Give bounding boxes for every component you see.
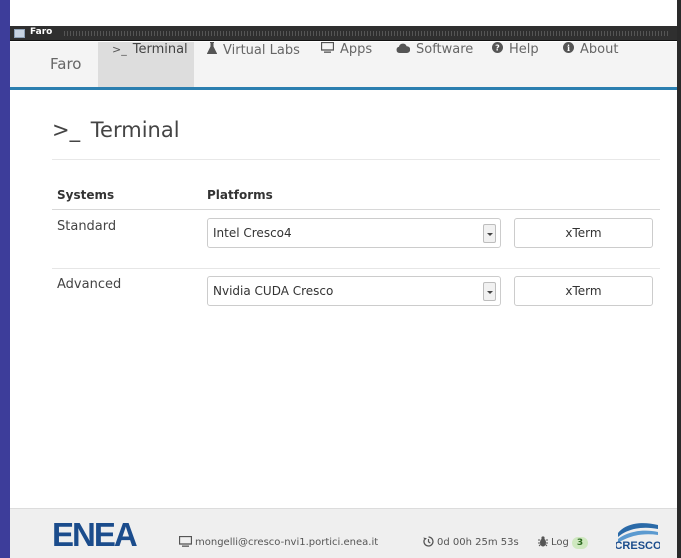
desktop-edge-right	[677, 0, 681, 558]
title-divider	[52, 159, 660, 160]
column-header-systems: Systems	[57, 188, 115, 202]
window-titlebar[interactable]: Faro	[10, 26, 677, 41]
flask-icon	[207, 42, 217, 58]
bug-icon	[538, 536, 548, 550]
xterm-button-standard[interactable]: xTerm	[514, 218, 653, 248]
nav-item-apps[interactable]: Apps	[320, 41, 373, 87]
footer-bar: ENEA mongelli@cresco-nvi1.portici.enea.i…	[10, 508, 677, 558]
column-header-platforms: Platforms	[207, 188, 273, 202]
platform-select-standard[interactable]: Intel Cresco4	[207, 218, 501, 248]
enea-logo: ENEA	[52, 516, 144, 553]
desktop-edge-left	[0, 0, 10, 558]
nav-item-software[interactable]: Software	[396, 42, 473, 87]
terminal-prompt-icon: >_	[52, 118, 81, 142]
page-title-text: Terminal	[90, 118, 180, 142]
nav-item-virtual-labs[interactable]: Virtual Labs	[207, 42, 300, 87]
system-label-standard: Standard	[57, 219, 117, 234]
history-icon	[423, 536, 434, 550]
nav-label-help: Help	[509, 42, 539, 57]
titlebar-grip	[64, 31, 669, 36]
cloud-icon	[396, 42, 411, 57]
navbar-brand[interactable]: Faro	[50, 55, 81, 73]
nav-label-apps: Apps	[340, 42, 373, 57]
footer-log[interactable]: Log 3	[538, 536, 589, 550]
terminal-icon: >_	[112, 43, 127, 56]
platform-select-advanced[interactable]: Nvidia CUDA Cresco	[207, 276, 501, 306]
chevron-down-icon[interactable]	[483, 282, 496, 301]
page-title: >_ Terminal	[52, 118, 180, 142]
svg-text:?: ?	[495, 44, 500, 53]
platform-select-value: Intel Cresco4	[213, 226, 292, 240]
footer-host: mongelli@cresco-nvi1.portici.enea.it	[178, 535, 379, 550]
xterm-button-advanced[interactable]: xTerm	[514, 276, 653, 306]
window-title: Faro	[30, 27, 53, 37]
top-navbar: Faro >_ Terminal Virtual Labs Apps Softwa…	[10, 41, 677, 87]
app-window: Faro Faro >_ Terminal Virtual Labs Apps S…	[0, 0, 681, 558]
table-row-divider	[52, 268, 660, 269]
window-icon[interactable]	[14, 29, 25, 38]
monitor-icon	[178, 535, 193, 550]
footer-session-time-text: 0d 00h 25m 53s	[437, 537, 519, 548]
nav-label-software: Software	[416, 42, 474, 57]
cresco-logo-text: CRESCO	[616, 540, 660, 551]
nav-item-terminal[interactable]: >_ Terminal	[98, 42, 194, 87]
info-circle-icon: i	[563, 42, 574, 57]
chevron-down-icon[interactable]	[483, 224, 496, 243]
footer-session-time: 0d 00h 25m 53s	[423, 536, 519, 550]
table-header-divider	[52, 209, 660, 210]
enea-logo-text: ENEA	[52, 517, 137, 549]
nav-label-virtual-labs: Virtual Labs	[223, 43, 300, 58]
footer-host-text: mongelli@cresco-nvi1.portici.enea.it	[195, 537, 379, 548]
monitor-icon	[320, 41, 335, 57]
log-count-badge: 3	[571, 537, 589, 549]
nav-label-terminal: Terminal	[132, 42, 188, 57]
cresco-logo: CRESCO	[614, 519, 662, 555]
system-label-advanced: Advanced	[57, 277, 122, 292]
question-circle-icon: ?	[492, 42, 503, 57]
nav-label-about: About	[580, 42, 619, 57]
svg-text:i: i	[567, 43, 570, 53]
nav-item-about[interactable]: i About	[563, 42, 618, 87]
platform-select-value: Nvidia CUDA Cresco	[213, 284, 334, 298]
footer-log-label: Log	[551, 537, 569, 548]
nav-item-help[interactable]: ? Help	[492, 42, 539, 87]
navbar-accent-rule	[10, 87, 677, 90]
